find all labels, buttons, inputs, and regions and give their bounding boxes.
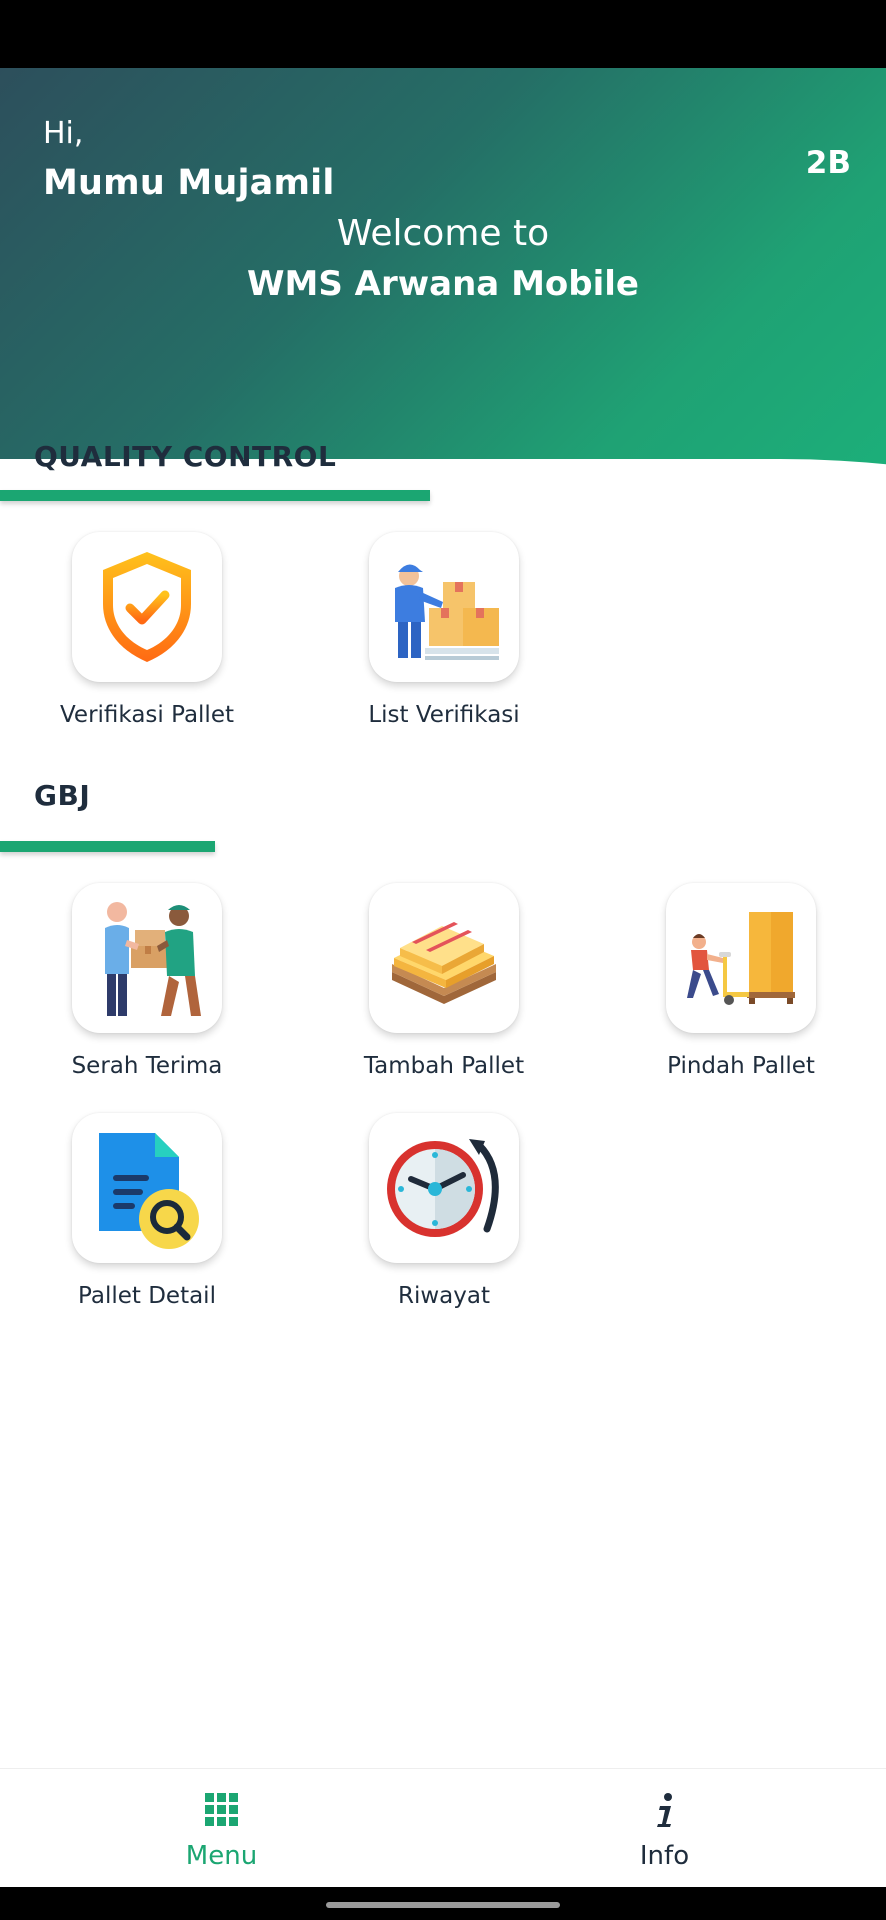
info-icon bbox=[443, 1793, 886, 1833]
status-bar bbox=[0, 0, 886, 68]
worker-boxes-icon bbox=[369, 532, 519, 682]
menu-tile-label: Verifikasi Pallet bbox=[59, 702, 234, 728]
app-name: WMS Arwana Mobile bbox=[247, 264, 639, 304]
menu-tile-label: Serah Terima bbox=[71, 1053, 223, 1079]
menu-tile-label: List Verifikasi bbox=[368, 702, 520, 728]
bottom-nav: Menu Info bbox=[0, 1768, 886, 1888]
welcome-text: Welcome to bbox=[336, 213, 550, 254]
shift-label: 2B bbox=[805, 145, 851, 181]
menu-tile-label: Riwayat bbox=[398, 1283, 490, 1309]
system-nav-bar bbox=[0, 1887, 886, 1920]
menu-tile-pindah-pallet[interactable]: Pindah Pallet bbox=[594, 883, 854, 1093]
menu-tile-label: Pindah Pallet bbox=[667, 1053, 815, 1079]
menu-tile-serah-terima[interactable]: Serah Terima bbox=[0, 883, 260, 1093]
grid-icon bbox=[0, 1793, 443, 1831]
nav-label-info: Info bbox=[639, 1841, 690, 1871]
nav-item-info[interactable]: Info bbox=[443, 1769, 886, 1888]
menu-tile-verifikasi-pallet[interactable]: Verifikasi Pallet bbox=[0, 532, 260, 742]
document-search-icon bbox=[72, 1113, 222, 1263]
nav-item-menu[interactable]: Menu bbox=[0, 1769, 443, 1888]
history-clock-icon bbox=[369, 1113, 519, 1263]
section-title-gbj: GBJ bbox=[34, 779, 91, 812]
greeting-text: Hi, bbox=[43, 116, 84, 151]
menu-tile-pallet-detail[interactable]: Pallet Detail bbox=[0, 1113, 260, 1323]
section-underline-gbj bbox=[0, 841, 215, 852]
pallet-boxes-icon bbox=[369, 883, 519, 1033]
pallet-jack-icon bbox=[666, 883, 816, 1033]
section-underline-quality-control bbox=[0, 490, 430, 501]
menu-tile-riwayat[interactable]: Riwayat bbox=[297, 1113, 557, 1323]
header-banner: Hi, Mumu Mujamil 2B Welcome to WMS Arwan… bbox=[0, 68, 886, 498]
handover-icon bbox=[72, 883, 222, 1033]
menu-tile-label: Pallet Detail bbox=[78, 1283, 216, 1309]
shield-check-icon bbox=[72, 532, 222, 682]
user-name: Mumu Mujamil bbox=[43, 163, 335, 203]
menu-tile-list-verifikasi[interactable]: List Verifikasi bbox=[297, 532, 557, 742]
menu-tile-tambah-pallet[interactable]: Tambah Pallet bbox=[297, 883, 557, 1093]
menu-tile-label: Tambah Pallet bbox=[363, 1053, 525, 1079]
nav-label-menu: Menu bbox=[185, 1841, 258, 1871]
home-indicator[interactable] bbox=[326, 1902, 560, 1908]
section-title-quality-control: QUALITY CONTROL bbox=[34, 440, 337, 473]
